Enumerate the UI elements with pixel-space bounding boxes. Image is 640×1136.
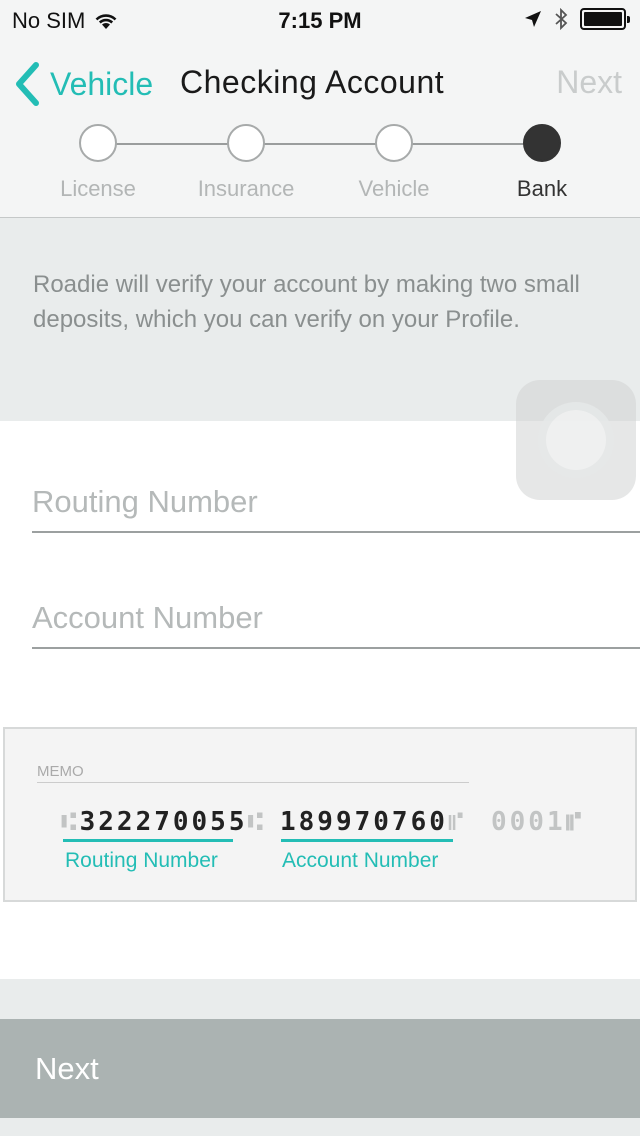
step-dot xyxy=(375,124,413,162)
step-label: Bank xyxy=(516,176,568,201)
step-dot xyxy=(227,124,265,162)
step-dot-active xyxy=(523,124,561,162)
routing-underline xyxy=(63,839,233,842)
battery-icon xyxy=(580,8,630,30)
nav-next-button[interactable]: Next xyxy=(556,64,622,101)
routing-digits: 322270055 xyxy=(79,807,248,837)
chevron-left-icon xyxy=(16,62,39,106)
check-number-digits: 0001 xyxy=(491,807,566,837)
account-digits: 189970760 xyxy=(280,807,448,837)
account-caption: Account Number xyxy=(282,849,439,872)
step-label: License xyxy=(60,176,136,201)
step-vehicle: Vehicle xyxy=(320,124,468,202)
next-button[interactable]: Next xyxy=(0,1019,640,1118)
step-label: Insurance xyxy=(197,176,295,201)
assistive-touch-button[interactable] xyxy=(516,380,636,500)
status-bar: No SIM 7:15 PM xyxy=(0,0,640,40)
step-label: Vehicle xyxy=(358,176,430,201)
progress-steps: License Insurance Vehicle Bank xyxy=(0,124,640,214)
back-label: Vehicle xyxy=(50,65,154,102)
nav-bar: Vehicle Checking Account Next License In… xyxy=(0,40,640,218)
bank-form: MEMO ⑆322270055⑆ 189970760⑈ 0001⑈ Routin… xyxy=(0,421,640,979)
bluetooth-icon xyxy=(555,8,568,30)
location-arrow-icon xyxy=(525,11,541,27)
check-diagram: MEMO ⑆322270055⑆ 189970760⑈ 0001⑈ Routin… xyxy=(3,727,637,902)
account-underline xyxy=(281,839,453,842)
status-right xyxy=(524,8,630,30)
step-license: License xyxy=(24,124,172,202)
micr-check-number: 0001⑈ xyxy=(491,807,585,837)
micr-routing: ⑆322270055⑆ xyxy=(61,807,267,837)
step-insurance: Insurance xyxy=(172,124,320,202)
step-dot xyxy=(79,124,117,162)
account-number-input[interactable] xyxy=(32,589,640,649)
micr-account: 189970760⑈ xyxy=(280,807,467,837)
routing-caption: Routing Number xyxy=(65,849,218,872)
memo-label: MEMO xyxy=(37,763,469,783)
step-bank: Bank xyxy=(468,124,616,202)
back-button[interactable]: Vehicle xyxy=(14,62,153,106)
page-title: Checking Account xyxy=(180,64,445,100)
info-text: Roadie will verify your account by makin… xyxy=(33,271,580,333)
